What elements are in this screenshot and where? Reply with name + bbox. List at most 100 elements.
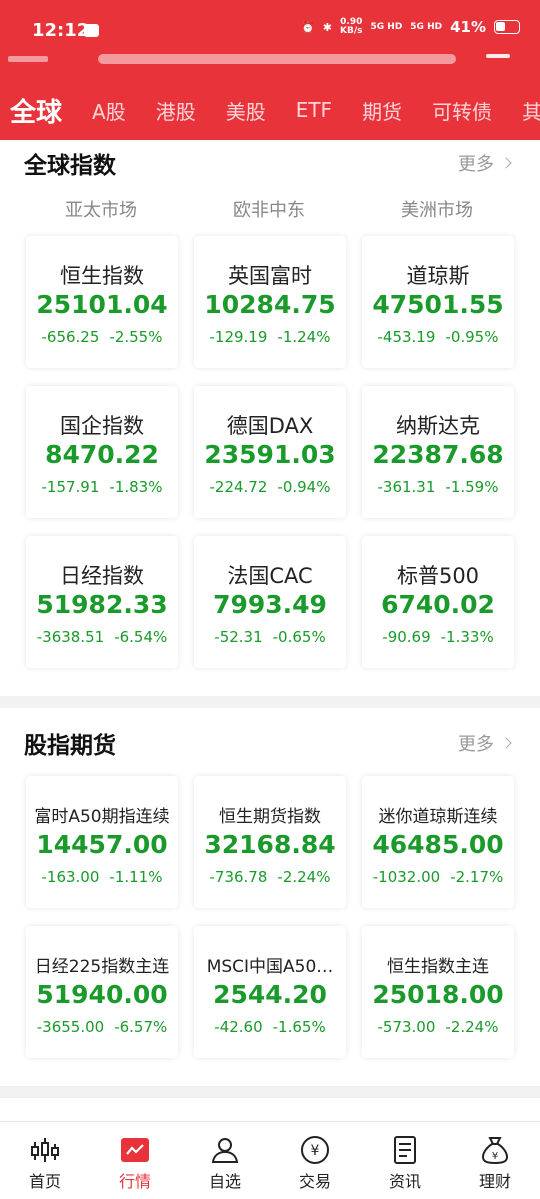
change-percent: -2.17% bbox=[450, 868, 504, 886]
status-time: 12:12 bbox=[32, 20, 90, 41]
svg-text:¥: ¥ bbox=[311, 1143, 320, 1159]
index-change: -573.00 -2.24% bbox=[362, 1018, 514, 1036]
index-change: -90.69 -1.33% bbox=[362, 628, 514, 646]
tab-a-shares[interactable]: A股 bbox=[92, 96, 126, 125]
index-tile[interactable]: 纳斯达克 22387.68 -361.31 -1.59% bbox=[362, 386, 514, 518]
change-amount: -1032.00 bbox=[372, 868, 441, 886]
index-value: 51940.00 bbox=[36, 980, 168, 1009]
index-tile[interactable]: 恒生期货指数 32168.84 -736.78 -2.24% bbox=[194, 776, 346, 908]
index-name: 纳斯达克 bbox=[396, 414, 480, 438]
index-tile[interactable]: 恒生指数主连 25018.00 -573.00 -2.24% bbox=[362, 926, 514, 1058]
nav-home[interactable]: 首页 bbox=[0, 1122, 90, 1199]
change-amount: -129.19 bbox=[209, 328, 268, 346]
signal-2: 5G HD bbox=[410, 21, 443, 32]
global-indices-section: 全球指数 更多 亚太市场 欧非中东 美洲市场 恒生指数 25101.04 -656.… bbox=[0, 140, 540, 696]
change-amount: -453.19 bbox=[377, 328, 436, 346]
tab-hk[interactable]: 港股 bbox=[156, 96, 196, 125]
change-percent: -6.54% bbox=[114, 628, 168, 646]
notification-app-icon bbox=[84, 24, 99, 37]
index-change: -656.25 -2.55% bbox=[26, 328, 178, 346]
svg-text:¥: ¥ bbox=[492, 1151, 498, 1162]
index-tile[interactable]: 道琼斯 47501.55 -453.19 -0.95% bbox=[362, 236, 514, 368]
index-tile[interactable]: 德国DAX 23591.03 -224.72 -0.94% bbox=[194, 386, 346, 518]
tab-other[interactable]: 其他 bbox=[522, 96, 540, 125]
change-percent: -1.59% bbox=[445, 478, 499, 496]
chevron-right-icon bbox=[500, 737, 512, 749]
index-value: 22387.68 bbox=[372, 440, 504, 469]
index-name: 恒生期货指数 bbox=[219, 807, 321, 827]
tab-futures[interactable]: 期货 bbox=[362, 96, 402, 125]
yen-coin-icon: ¥ bbox=[301, 1136, 329, 1164]
top-header: 12:12 ⏰ ✱ 0.90 KB/s 5G HD 5G HD 41% 全球 A股… bbox=[0, 0, 540, 140]
change-percent: -6.57% bbox=[114, 1018, 168, 1036]
index-value: 32168.84 bbox=[204, 830, 336, 859]
index-name: 日经指数 bbox=[60, 564, 144, 588]
change-amount: -573.00 bbox=[377, 1018, 436, 1036]
change-percent: -2.24% bbox=[445, 1018, 499, 1036]
index-name: 英国富时 bbox=[228, 264, 312, 288]
index-tile[interactable]: 国企指数 8470.22 -157.91 -1.83% bbox=[26, 386, 178, 518]
index-tile[interactable]: 英国富时 10284.75 -129.19 -1.24% bbox=[194, 236, 346, 368]
index-name: 日经225指数主连 bbox=[34, 957, 170, 977]
change-percent: -0.94% bbox=[277, 478, 331, 496]
index-change: -453.19 -0.95% bbox=[362, 328, 514, 346]
candlestick-icon bbox=[31, 1138, 59, 1162]
region-emea[interactable]: 欧非中东 bbox=[194, 196, 344, 222]
change-amount: -224.72 bbox=[209, 478, 268, 496]
network-speed: 0.90 KB/s bbox=[340, 17, 363, 36]
change-amount: -656.25 bbox=[41, 328, 100, 346]
change-amount: -52.31 bbox=[214, 628, 263, 646]
index-change: -42.60 -1.65% bbox=[194, 1018, 346, 1036]
tab-convertible[interactable]: 可转债 bbox=[432, 96, 492, 125]
search-bar[interactable] bbox=[98, 54, 456, 64]
change-amount: -157.91 bbox=[41, 478, 100, 496]
index-name: 恒生指数主连 bbox=[387, 957, 489, 977]
region-asia-pacific[interactable]: 亚太市场 bbox=[26, 196, 176, 222]
index-tile[interactable]: 标普500 6740.02 -90.69 -1.33% bbox=[362, 536, 514, 668]
index-tile[interactable]: MSCI中国A50… 2544.20 -42.60 -1.65% bbox=[194, 926, 346, 1058]
market-tabs: 全球 A股 港股 美股 ETF 期货 可转债 其他 bbox=[0, 88, 540, 132]
nav-news[interactable]: 资讯 bbox=[360, 1122, 450, 1199]
index-tile[interactable]: 恒生指数 25101.04 -656.25 -2.55% bbox=[26, 236, 178, 368]
chart-icon bbox=[121, 1138, 149, 1162]
index-value: 8470.22 bbox=[45, 440, 159, 469]
change-percent: -0.65% bbox=[272, 628, 326, 646]
index-tile[interactable]: 迷你道琼斯连续 46485.00 -1032.00 -2.17% bbox=[362, 776, 514, 908]
index-futures-section: 股指期货 更多 富时A50期指连续 14457.00 -163.00 -1.11% 恒生… bbox=[0, 708, 540, 1086]
money-bag-icon: ¥ bbox=[481, 1137, 509, 1165]
nav-market[interactable]: 行情 bbox=[90, 1122, 180, 1199]
nav-watchlist[interactable]: 自选 bbox=[180, 1122, 270, 1199]
change-percent: -1.65% bbox=[272, 1018, 326, 1036]
change-percent: -1.33% bbox=[440, 628, 494, 646]
bottom-nav: 首页 行情 自选 ¥ 交易 资讯 ¥ 理财 bbox=[0, 1121, 540, 1199]
index-value: 6740.02 bbox=[381, 590, 495, 619]
index-tile[interactable]: 富时A50期指连续 14457.00 -163.00 -1.11% bbox=[26, 776, 178, 908]
menu-partial[interactable] bbox=[8, 56, 48, 62]
change-percent: -2.24% bbox=[277, 868, 331, 886]
chevron-right-icon bbox=[500, 157, 512, 169]
index-change: -361.31 -1.59% bbox=[362, 478, 514, 496]
signal-1: 5G HD bbox=[370, 21, 403, 32]
document-icon bbox=[394, 1136, 416, 1164]
more-link[interactable]: 更多 bbox=[458, 150, 512, 176]
index-tile[interactable]: 法国CAC 7993.49 -52.31 -0.65% bbox=[194, 536, 346, 668]
change-percent: -1.24% bbox=[277, 328, 331, 346]
nav-wealth[interactable]: ¥ 理财 bbox=[450, 1122, 540, 1199]
index-tile[interactable]: 日经指数 51982.33 -3638.51 -6.54% bbox=[26, 536, 178, 668]
nav-trade[interactable]: ¥ 交易 bbox=[270, 1122, 360, 1199]
index-tile[interactable]: 日经225指数主连 51940.00 -3655.00 -6.57% bbox=[26, 926, 178, 1058]
tab-etf[interactable]: ETF bbox=[296, 98, 332, 122]
change-percent: -1.11% bbox=[109, 868, 163, 886]
index-name: 迷你道琼斯连续 bbox=[378, 807, 498, 827]
bluetooth-icon: ✱ bbox=[322, 20, 333, 34]
region-americas[interactable]: 美洲市场 bbox=[362, 196, 512, 222]
index-change: -129.19 -1.24% bbox=[194, 328, 346, 346]
index-value: 47501.55 bbox=[372, 290, 504, 319]
tab-us[interactable]: 美股 bbox=[226, 96, 266, 125]
more-link[interactable]: 更多 bbox=[458, 730, 512, 756]
alarm-icon: ⏰ bbox=[301, 20, 315, 34]
tab-global[interactable]: 全球 bbox=[10, 92, 62, 129]
index-change: -52.31 -0.65% bbox=[194, 628, 346, 646]
header-right-icon[interactable] bbox=[486, 54, 510, 58]
index-change: -3638.51 -6.54% bbox=[26, 628, 178, 646]
